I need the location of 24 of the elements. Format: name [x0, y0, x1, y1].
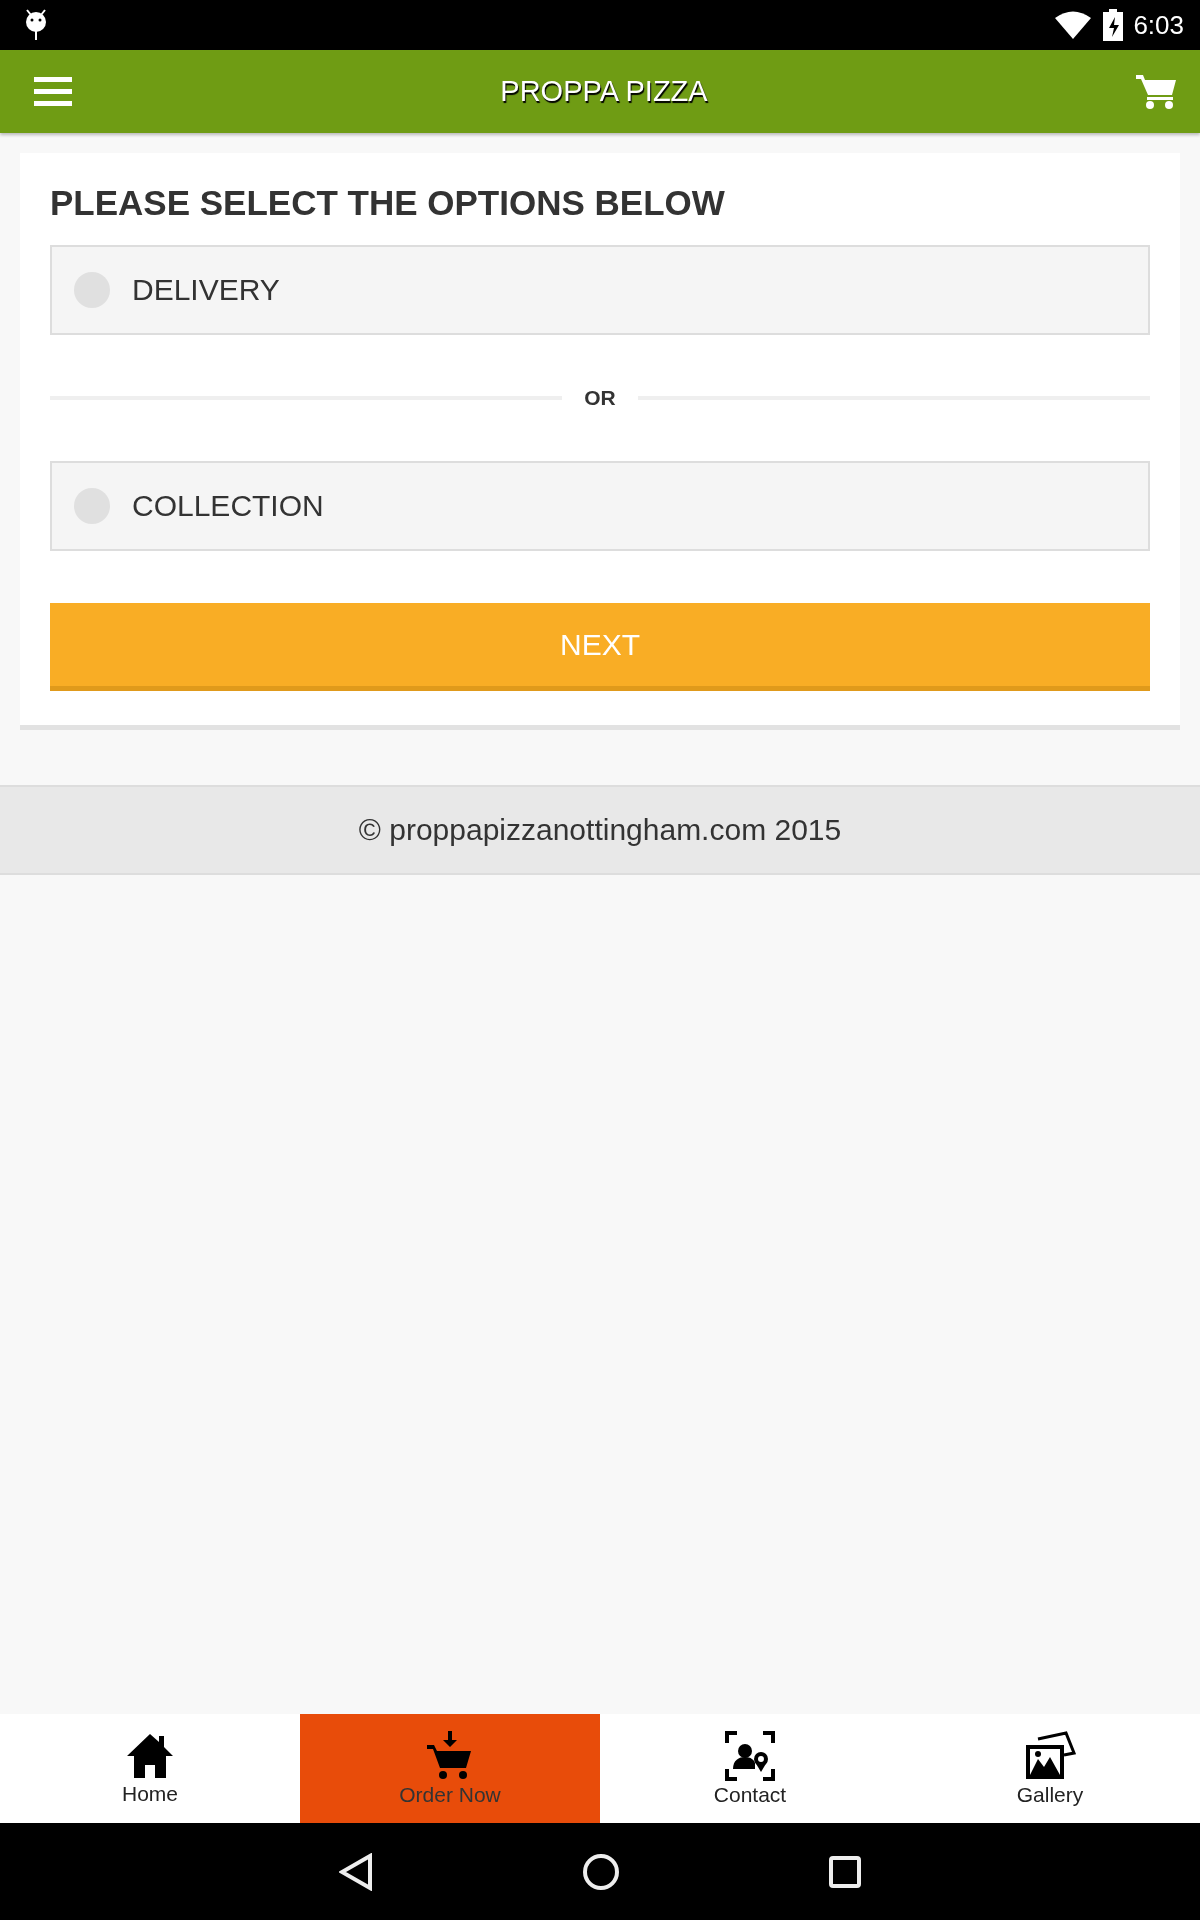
nav-label: Gallery	[1016, 1782, 1084, 1807]
cart-icon[interactable]	[1136, 74, 1176, 109]
nav-label: Contact	[713, 1782, 787, 1807]
recents-icon[interactable]	[829, 1855, 861, 1888]
wifi-icon	[1055, 11, 1092, 39]
menu-icon[interactable]	[34, 76, 72, 107]
nav-label: Home	[122, 1781, 178, 1806]
home-circle-icon[interactable]	[583, 1853, 619, 1890]
option-row[interactable]: DELIVERY	[50, 245, 1150, 335]
nav-label: Order Now	[399, 1782, 501, 1807]
separator-text: OR	[584, 386, 616, 410]
home-icon	[125, 1731, 175, 1780]
contact-icon	[725, 1730, 775, 1781]
clock-time: 6:03	[1133, 9, 1184, 41]
copyright-text: © proppapizzanottingham.com 2015	[358, 813, 842, 847]
app-title: PROPPA PIZZA	[500, 75, 708, 108]
form-heading: PLEASE SELECT THE OPTIONS BELOW	[50, 183, 726, 223]
gallery-icon	[1024, 1730, 1076, 1781]
android-icon	[24, 8, 48, 42]
option-label: COLLECTION	[132, 489, 324, 523]
option-row[interactable]: COLLECTION	[50, 461, 1150, 551]
battery-icon	[1103, 9, 1124, 41]
option-label: DELIVERY	[132, 273, 280, 307]
back-icon[interactable]	[339, 1852, 373, 1891]
